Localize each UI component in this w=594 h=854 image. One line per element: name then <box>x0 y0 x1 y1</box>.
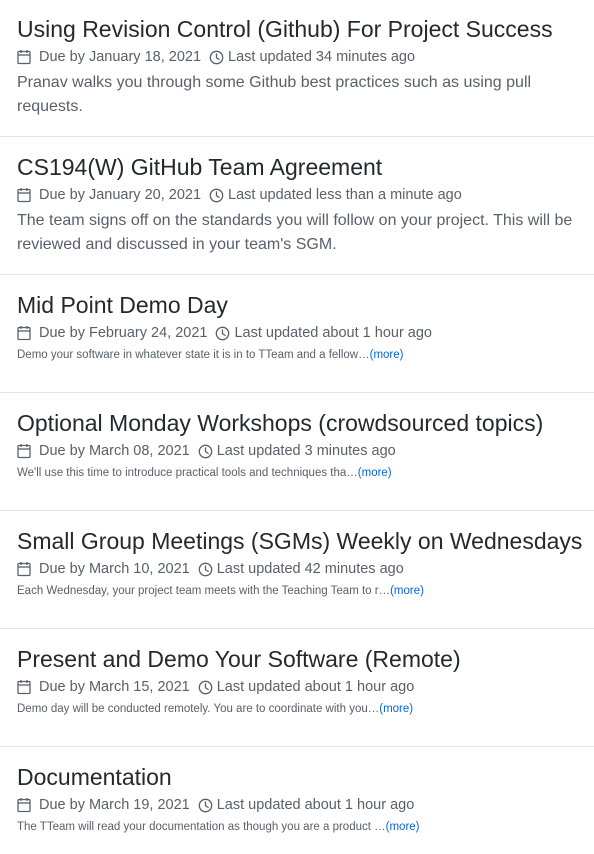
milestone-item: Mid Point Demo Day Due by February 24, 2… <box>0 275 594 393</box>
milestone-title[interactable]: Present and Demo Your Software (Remote) <box>17 644 588 674</box>
last-updated: Last updated about 1 hour ago <box>234 325 432 341</box>
milestone-meta: Due by January 20, 2021 Last updated les… <box>17 185 588 205</box>
clock-icon <box>198 444 213 459</box>
milestone-meta: Due by March 10, 2021 Last updated 42 mi… <box>17 559 588 579</box>
milestone-title[interactable]: Mid Point Demo Day <box>17 290 588 320</box>
milestone-description: The team signs off on the standards you … <box>17 212 573 253</box>
last-updated: Last updated 42 minutes ago <box>216 561 404 577</box>
due-date: Due by January 20, 2021 <box>39 187 202 203</box>
milestone-meta: Due by January 18, 2021 Last updated 34 … <box>17 47 588 67</box>
description-text: We'll use this time to introduce practic… <box>17 467 358 479</box>
milestone-title[interactable]: Small Group Meetings (SGMs) Weekly on We… <box>17 526 588 556</box>
description-text: Demo day will be conducted remotely. You… <box>17 703 380 715</box>
milestone-item: Documentation Due by March 19, 2021 Last… <box>0 747 594 854</box>
milestone-title[interactable]: Optional Monday Workshops (crowdsourced … <box>17 408 588 438</box>
calendar-icon <box>17 187 31 203</box>
last-updated: Last updated less than a minute ago <box>228 187 462 203</box>
milestone-item: CS194(W) GitHub Team Agreement Due by Ja… <box>0 137 594 275</box>
milestone-list: Using Revision Control (Github) For Proj… <box>0 0 594 854</box>
description-text: Demo your software in whatever state it … <box>17 349 370 361</box>
milestone-description: Pranav walks you through some Github bes… <box>17 74 532 115</box>
milestone-item: Optional Monday Workshops (crowdsourced … <box>0 393 594 511</box>
milestone-title[interactable]: Documentation <box>17 762 588 792</box>
due-date: Due by March 19, 2021 <box>39 797 190 813</box>
calendar-icon <box>17 443 31 459</box>
last-updated: Last updated 3 minutes ago <box>216 443 396 459</box>
clock-icon <box>209 188 224 203</box>
more-link[interactable]: (more) <box>379 703 413 715</box>
milestone-description: We'll use this time to introduce practic… <box>17 465 588 481</box>
due-date: Due by March 08, 2021 <box>39 443 190 459</box>
calendar-icon <box>17 679 31 695</box>
clock-icon <box>198 680 213 695</box>
clock-icon <box>198 562 213 577</box>
description-text: The TTeam will read your documentation a… <box>17 821 386 833</box>
last-updated: Last updated about 1 hour ago <box>216 679 415 695</box>
milestone-title[interactable]: CS194(W) GitHub Team Agreement <box>17 152 588 182</box>
calendar-icon <box>17 797 31 813</box>
due-date: Due by February 24, 2021 <box>39 325 208 341</box>
milestone-item: Small Group Meetings (SGMs) Weekly on We… <box>0 511 594 629</box>
more-link[interactable]: (more) <box>390 585 424 597</box>
clock-icon <box>215 326 230 341</box>
milestone-description: Each Wednesday, your project team meets … <box>17 583 588 599</box>
last-updated: Last updated about 1 hour ago <box>216 797 415 813</box>
calendar-icon <box>17 49 31 65</box>
milestone-meta: Due by March 08, 2021 Last updated 3 min… <box>17 441 588 461</box>
milestone-item: Present and Demo Your Software (Remote) … <box>0 629 594 747</box>
more-link[interactable]: (more) <box>370 349 404 361</box>
due-date: Due by January 18, 2021 <box>39 49 202 65</box>
due-date: Due by March 10, 2021 <box>39 561 190 577</box>
more-link[interactable]: (more) <box>386 821 420 833</box>
milestone-item: Using Revision Control (Github) For Proj… <box>0 0 594 137</box>
milestone-meta: Due by February 24, 2021 Last updated ab… <box>17 323 588 343</box>
last-updated: Last updated 34 minutes ago <box>228 49 416 65</box>
due-date: Due by March 15, 2021 <box>39 679 190 695</box>
milestone-meta: Due by March 19, 2021 Last updated about… <box>17 795 588 815</box>
milestone-title[interactable]: Using Revision Control (Github) For Proj… <box>17 14 588 44</box>
milestone-meta: Due by March 15, 2021 Last updated about… <box>17 677 588 697</box>
description-text: Each Wednesday, your project team meets … <box>17 585 391 597</box>
milestone-description: Demo your software in whatever state it … <box>17 347 588 363</box>
milestone-description: Demo day will be conducted remotely. You… <box>17 701 588 717</box>
calendar-icon <box>17 325 31 341</box>
calendar-icon <box>17 561 31 577</box>
more-link[interactable]: (more) <box>358 467 392 479</box>
clock-icon <box>209 50 224 65</box>
milestone-description: The TTeam will read your documentation a… <box>17 819 588 835</box>
clock-icon <box>198 798 213 813</box>
